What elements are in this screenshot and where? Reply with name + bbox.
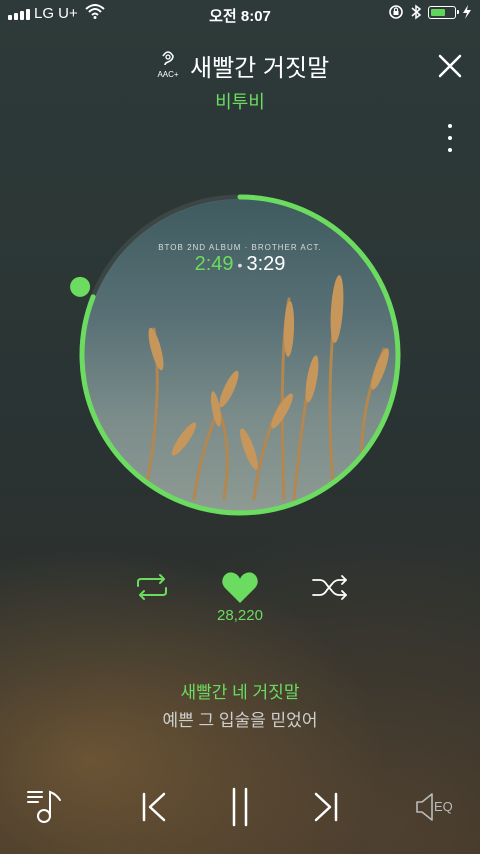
status-time: 오전 8:07 [209,8,271,25]
playlist-icon[interactable] [26,786,66,826]
progress-ring[interactable] [70,185,410,525]
battery-icon [428,6,459,19]
album-player: BTOB 2ND ALBUM · BROTHER ACT. 2:49 • 3:29 [70,185,410,525]
more-dot-icon [448,136,452,140]
pause-button[interactable] [224,786,256,828]
eq-label: EQ [434,799,453,814]
charging-icon [463,5,471,19]
speaker-icon [416,793,433,821]
repeat-icon[interactable] [133,572,171,602]
close-button[interactable] [434,50,466,82]
more-dot-icon [448,124,452,128]
like-heart-button[interactable] [220,570,260,606]
previous-track-button[interactable] [138,790,170,824]
rotation-lock-icon [389,5,403,19]
artist-name[interactable]: 비투비 [0,88,480,114]
progress-knob[interactable] [70,276,91,297]
status-bar: LG U+ 오전 8:07 [0,0,480,28]
lyric-current-line[interactable]: 새빨간 네 거짓말 [0,678,480,703]
next-track-button[interactable] [310,790,342,824]
more-dot-icon [448,148,452,152]
more-options-button[interactable] [442,124,458,152]
codec-label: AAC+ [157,70,179,79]
bluetooth-icon [411,4,422,20]
like-count: 28,220 [217,607,263,624]
aac-plus-badge: AAC+ [152,50,184,79]
lyric-next-line[interactable]: 예쁜 그 입술을 믿었어 [0,706,480,731]
codec-icon [162,51,174,66]
shuffle-icon[interactable] [310,572,350,602]
equalizer-button[interactable]: EQ [414,790,460,824]
song-title: 새빨간 거짓말 [190,55,330,82]
